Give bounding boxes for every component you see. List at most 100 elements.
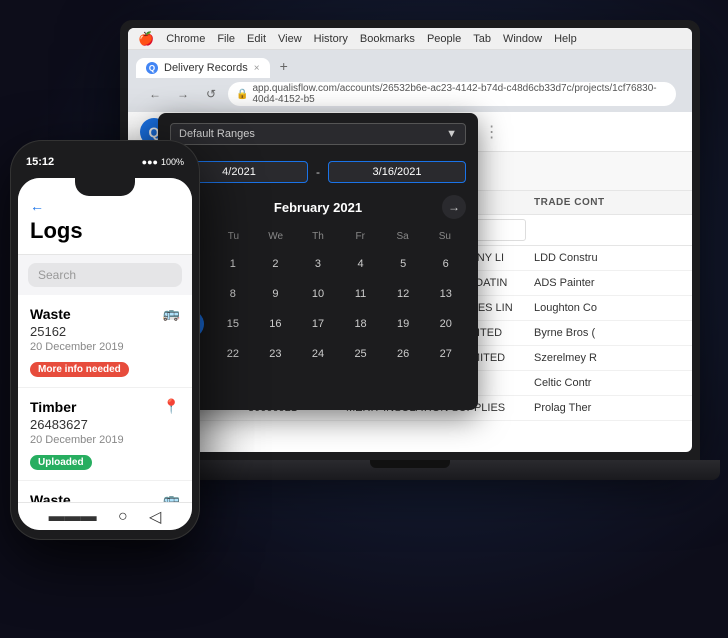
weekday-su: Su <box>424 229 466 244</box>
phone-back-gesture[interactable]: ◁ <box>149 507 161 527</box>
refresh-button[interactable]: ↺ <box>200 83 222 105</box>
phone-item-date-1: 20 December 2019 <box>30 341 180 353</box>
phone-notch <box>75 178 135 196</box>
dp-range-label: Default Ranges <box>179 128 255 140</box>
dp-month-year: February 2021 <box>274 200 362 215</box>
new-tab-button[interactable]: + <box>272 54 296 78</box>
phone-item-header-1: Waste 🚌 <box>30 305 180 322</box>
laptop: 🍎 Chrome File Edit View History Bookmark… <box>120 20 700 540</box>
tabs-row: Q Delivery Records × + <box>136 54 684 78</box>
mac-menu-edit[interactable]: Edit <box>247 33 266 45</box>
laptop-screen: 🍎 Chrome File Edit View History Bookmark… <box>128 28 692 452</box>
dp-day-11[interactable]: 11 <box>347 280 375 308</box>
cell-trade: Celtic Contr <box>534 377 684 389</box>
dp-day-17[interactable]: 17 <box>304 310 332 338</box>
dp-day-15[interactable]: 15 <box>219 310 247 338</box>
dp-day-20[interactable]: 20 <box>432 310 460 338</box>
phone-item-icon-1: 🚌 <box>163 305 180 322</box>
apple-icon: 🍎 <box>138 31 154 47</box>
phone-search-bar[interactable]: Search <box>28 263 182 287</box>
weekday-we: We <box>255 229 297 244</box>
phone-item-category-1: Waste <box>30 306 71 322</box>
dp-day-27[interactable]: 27 <box>432 340 460 368</box>
back-button[interactable]: ← <box>144 83 166 105</box>
dp-day-4[interactable]: 4 <box>347 250 375 278</box>
mac-menu-people[interactable]: People <box>427 33 461 45</box>
phone-list-item[interactable]: Waste 🚌 25162 20 December 2019 More info… <box>18 295 192 388</box>
dp-day-16[interactable]: 16 <box>261 310 289 338</box>
cell-trade: LDD Constru <box>534 252 684 264</box>
phone-item-category-3: Waste <box>30 492 71 503</box>
cell-trade: ADS Painter <box>534 277 684 289</box>
weekday-th: Th <box>297 229 339 244</box>
weekday-fr: Fr <box>339 229 381 244</box>
dp-day-3[interactable]: 3 <box>304 250 332 278</box>
phone-item-date-2: 20 December 2019 <box>30 434 180 446</box>
dp-day-1[interactable]: 1 <box>219 250 247 278</box>
chrome-tab-bar: Q Delivery Records × + ← → ↺ 🔒 app.quali… <box>128 50 692 112</box>
dp-day-22[interactable]: 22 <box>219 340 247 368</box>
address-bar[interactable]: 🔒 app.qualisflow.com/accounts/26532b6e-a… <box>228 82 676 106</box>
phone-item-icon-3: 🚌 <box>163 491 180 502</box>
dp-day-10[interactable]: 10 <box>304 280 332 308</box>
tab-title: Delivery Records <box>164 62 248 74</box>
phone-app: ← Logs Search Waste 🚌 25162 20 December … <box>18 178 192 530</box>
dp-dropdown-arrow: ▼ <box>446 128 457 140</box>
dp-day-19[interactable]: 19 <box>389 310 417 338</box>
date-picker-popup: Default Ranges ▼ 4/2021 - 3/16/2021 ← Fe… <box>158 113 478 410</box>
browser-tab[interactable]: Q Delivery Records × <box>136 58 270 78</box>
phone-home-indicator[interactable]: ▬▬▬ <box>49 508 97 526</box>
dp-day-18[interactable]: 18 <box>347 310 375 338</box>
dp-day-2[interactable]: 2 <box>261 250 289 278</box>
forward-button[interactable]: → <box>172 83 194 105</box>
mac-menu-bookmarks[interactable]: Bookmarks <box>360 33 415 45</box>
phone-status-icons: ●●● 100% <box>142 157 184 167</box>
dp-day-6[interactable]: 6 <box>432 250 460 278</box>
dp-day-13[interactable]: 13 <box>432 280 460 308</box>
dp-weekdays: Mo Tu We Th Fr Sa Su <box>170 229 466 244</box>
more-options-button[interactable]: ⋮ <box>484 122 500 142</box>
phone-time: 15:12 <box>26 156 54 168</box>
phone-item-badge-2: Uploaded <box>30 455 92 470</box>
dp-day-8[interactable]: 8 <box>219 280 247 308</box>
dp-day-26[interactable]: 26 <box>389 340 417 368</box>
mac-menu-view[interactable]: View <box>278 33 302 45</box>
dp-to-input[interactable]: 3/16/2021 <box>328 161 466 183</box>
dp-day-12[interactable]: 12 <box>389 280 417 308</box>
dp-day-5[interactable]: 5 <box>389 250 417 278</box>
phone-item-id-2: 26483627 <box>30 417 180 432</box>
dp-header: Default Ranges ▼ <box>158 113 478 155</box>
phone-status-bar: 15:12 ●●● 100% <box>18 150 192 174</box>
tab-favicon: Q <box>146 62 158 74</box>
phone-item-header-3: Waste 🚌 <box>30 491 180 502</box>
mac-menu-window[interactable]: Window <box>503 33 542 45</box>
cell-trade: Byrne Bros ( <box>534 327 684 339</box>
dp-next-button[interactable]: → <box>442 195 466 219</box>
battery-indicator: 100% <box>161 157 184 167</box>
dp-calendar: Mo Tu We Th Fr Sa Su 1 2 3 4 <box>158 225 478 410</box>
phone-list-item[interactable]: Waste 🚌 84636 <box>18 481 192 502</box>
dp-day-9[interactable]: 9 <box>261 280 289 308</box>
dp-day-25[interactable]: 25 <box>347 340 375 368</box>
phone-screen: ← Logs Search Waste 🚌 25162 20 December … <box>18 178 192 530</box>
dp-range-dropdown[interactable]: Default Ranges ▼ <box>170 123 466 145</box>
phone-list-item[interactable]: Timber 📍 26483627 20 December 2019 Uploa… <box>18 388 192 481</box>
mac-menu-file[interactable]: File <box>217 33 235 45</box>
tab-close-button[interactable]: × <box>254 63 260 74</box>
phone-item-badge-1: More info needed <box>30 362 129 377</box>
cell-trade: Loughton Co <box>534 302 684 314</box>
mac-menu-history[interactable]: History <box>314 33 348 45</box>
phone-home-button[interactable]: ○ <box>118 508 128 526</box>
chrome-toolbar: ← → ↺ 🔒 app.qualisflow.com/accounts/2653… <box>136 78 684 112</box>
dp-day-23[interactable]: 23 <box>261 340 289 368</box>
cell-trade: Szerelmey R <box>534 352 684 364</box>
phone-back-button[interactable]: ← <box>30 198 180 214</box>
weekday-sa: Sa <box>381 229 423 244</box>
url-text: app.qualisflow.com/accounts/26532b6e-ac2… <box>252 83 668 105</box>
dp-day-24[interactable]: 24 <box>304 340 332 368</box>
phone-page-title: Logs <box>30 218 180 244</box>
mac-menu-chrome[interactable]: Chrome <box>166 33 205 45</box>
mac-menu-tab[interactable]: Tab <box>473 33 491 45</box>
laptop-bezel: 🍎 Chrome File Edit View History Bookmark… <box>120 20 700 460</box>
mac-menu-help[interactable]: Help <box>554 33 577 45</box>
